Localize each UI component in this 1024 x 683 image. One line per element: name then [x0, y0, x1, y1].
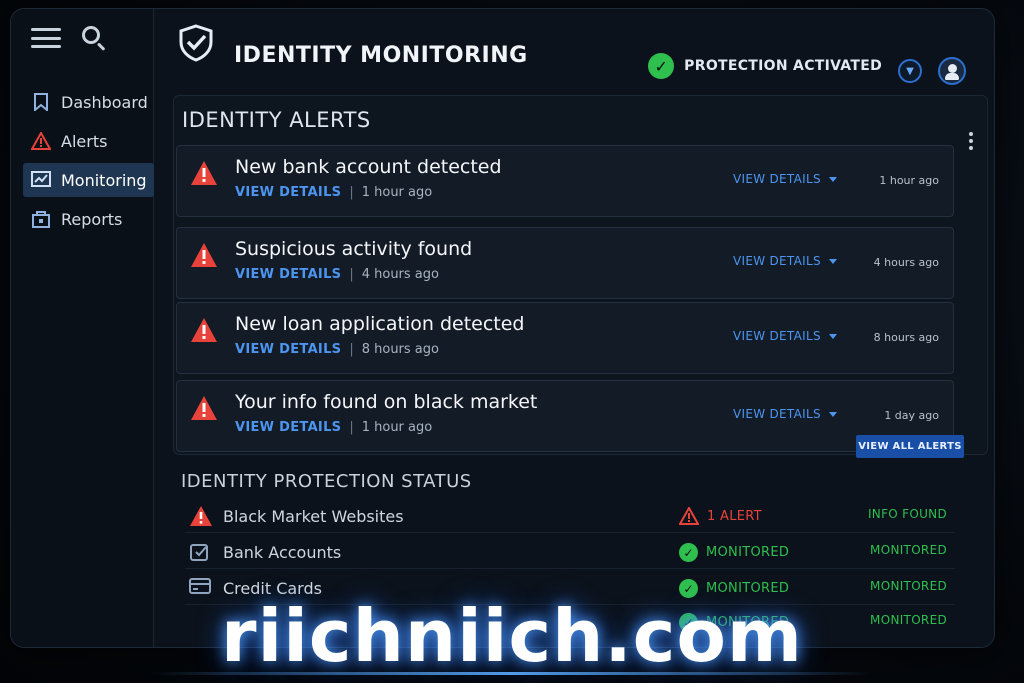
alert-timestamp: 8 hours ago [873, 331, 939, 344]
warning-icon [190, 317, 218, 343]
shield-icon [176, 23, 216, 63]
alert-time: 1 hour ago [361, 420, 433, 435]
view-details-link[interactable]: VIEW DETAILS [235, 342, 341, 357]
sidebar-item-label: Reports [61, 209, 123, 229]
warning-icon [31, 131, 51, 151]
alert-item[interactable]: Suspicious activity found VIEW DETAILS |… [176, 227, 954, 299]
caret-down-icon [828, 411, 837, 417]
separator: | [349, 420, 354, 435]
sidebar-item-label: Dashboard [61, 92, 148, 112]
view-details-link[interactable]: VIEW DETAILS [235, 420, 341, 435]
status-row[interactable]: Black Market Websites 1 ALERT INFO FOUND [185, 499, 955, 533]
menu-icon[interactable] [31, 28, 61, 48]
view-details-dropdown[interactable]: VIEW DETAILS [733, 329, 837, 343]
caret-down-icon [828, 333, 837, 339]
separator: | [349, 267, 354, 282]
alert-item[interactable]: Your info found on black market VIEW DET… [176, 380, 954, 452]
search-icon[interactable] [81, 25, 107, 51]
caret-down-icon [828, 176, 837, 182]
avatar[interactable] [938, 57, 966, 85]
report-icon [31, 209, 51, 229]
view-details-dropdown-label: VIEW DETAILS [733, 329, 821, 343]
warning-icon [189, 505, 213, 527]
warning-icon [190, 395, 218, 421]
status-panel-title: IDENTITY PROTECTION STATUS [181, 471, 472, 492]
alert-time: 1 hour ago [361, 185, 433, 200]
sidebar-nav: Dashboard Alerts Monitoring Reports [23, 85, 154, 241]
view-details-dropdown-label: VIEW DETAILS [733, 172, 821, 186]
view-details-dropdown[interactable]: VIEW DETAILS [733, 407, 837, 421]
status-row-result: MONITORED [870, 579, 947, 593]
app-window: Dashboard Alerts Monitoring Reports IDEN… [10, 8, 995, 648]
sidebar-item-dashboard[interactable]: Dashboard [23, 85, 154, 119]
watermark-glow-line [150, 672, 874, 675]
view-details-dropdown[interactable]: VIEW DETAILS [733, 172, 837, 186]
alert-item[interactable]: New loan application detected VIEW DETAI… [176, 302, 954, 374]
sidebar: Dashboard Alerts Monitoring Reports [11, 9, 154, 647]
bank-check-icon [189, 541, 213, 563]
check-icon: ✓ [679, 543, 698, 562]
status-row[interactable]: Bank Accounts ✓ MONITORED MONITORED [185, 535, 955, 569]
warning-icon [190, 160, 218, 186]
protection-status: ✓ PROTECTION ACTIVATED [648, 53, 882, 79]
status-row-result: INFO FOUND [867, 507, 947, 521]
alert-title: New loan application detected [235, 313, 525, 335]
alert-timestamp: 4 hours ago [873, 256, 939, 269]
sidebar-item-label: Alerts [61, 131, 108, 151]
watermark-text: riichniich.com [221, 594, 803, 678]
protection-status-label: PROTECTION ACTIVATED [684, 58, 882, 74]
warning-icon [190, 242, 218, 268]
status-row-result: MONITORED [870, 543, 947, 557]
header: IDENTITY MONITORING ✓ PROTECTION ACTIVAT… [176, 23, 974, 85]
status-row-state: ✓ MONITORED [679, 543, 789, 562]
check-icon: ✓ [648, 53, 675, 79]
alert-title: Suspicious activity found [235, 238, 473, 260]
view-details-dropdown-label: VIEW DETAILS [733, 407, 821, 421]
alert-time: 8 hours ago [361, 342, 439, 357]
alert-timestamp: 1 hour ago [879, 174, 939, 187]
alert-sub: VIEW DETAILS | 1 hour ago [235, 420, 432, 435]
alert-timestamp: 1 day ago [884, 409, 939, 422]
view-details-dropdown[interactable]: VIEW DETAILS [733, 254, 837, 268]
status-row-state: 1 ALERT [679, 507, 762, 525]
status-row-state-label: 1 ALERT [707, 508, 762, 524]
monitor-icon [31, 170, 51, 190]
identity-alerts-panel: IDENTITY ALERTS New bank account detecte… [173, 95, 988, 458]
warning-outline-icon [679, 507, 699, 525]
bookmark-icon [31, 92, 51, 112]
alert-item[interactable]: New bank account detected VIEW DETAILS |… [176, 145, 954, 217]
sidebar-item-alerts[interactable]: Alerts [23, 124, 154, 158]
page-title: IDENTITY MONITORING [234, 43, 528, 68]
view-details-dropdown-label: VIEW DETAILS [733, 254, 821, 268]
sidebar-item-label: Monitoring [61, 170, 147, 190]
view-details-link[interactable]: VIEW DETAILS [235, 185, 341, 200]
view-details-link[interactable]: VIEW DETAILS [235, 267, 341, 282]
separator: | [349, 185, 354, 200]
sidebar-top [31, 25, 107, 51]
caret-down-icon [828, 258, 837, 264]
status-row-name: Black Market Websites [223, 507, 404, 526]
alert-sub: VIEW DETAILS | 1 hour ago [235, 185, 432, 200]
status-row-state-label: MONITORED [706, 545, 790, 560]
view-all-alerts-button[interactable]: VIEW ALL ALERTS [856, 435, 964, 458]
alert-title: New bank account detected [235, 156, 502, 178]
alert-sub: VIEW DETAILS | 8 hours ago [235, 342, 439, 357]
sidebar-item-monitoring[interactable]: Monitoring [23, 163, 154, 197]
separator: | [349, 342, 354, 357]
sidebar-item-reports[interactable]: Reports [23, 202, 154, 236]
status-row-name: Bank Accounts [223, 543, 342, 562]
alert-sub: VIEW DETAILS | 4 hours ago [235, 267, 439, 282]
chevron-down-icon[interactable]: ▼ [898, 59, 922, 83]
alert-time: 4 hours ago [361, 267, 439, 282]
alerts-panel-title: IDENTITY ALERTS [182, 108, 371, 132]
alert-title: Your info found on black market [235, 391, 538, 413]
more-options-icon[interactable] [969, 132, 973, 150]
